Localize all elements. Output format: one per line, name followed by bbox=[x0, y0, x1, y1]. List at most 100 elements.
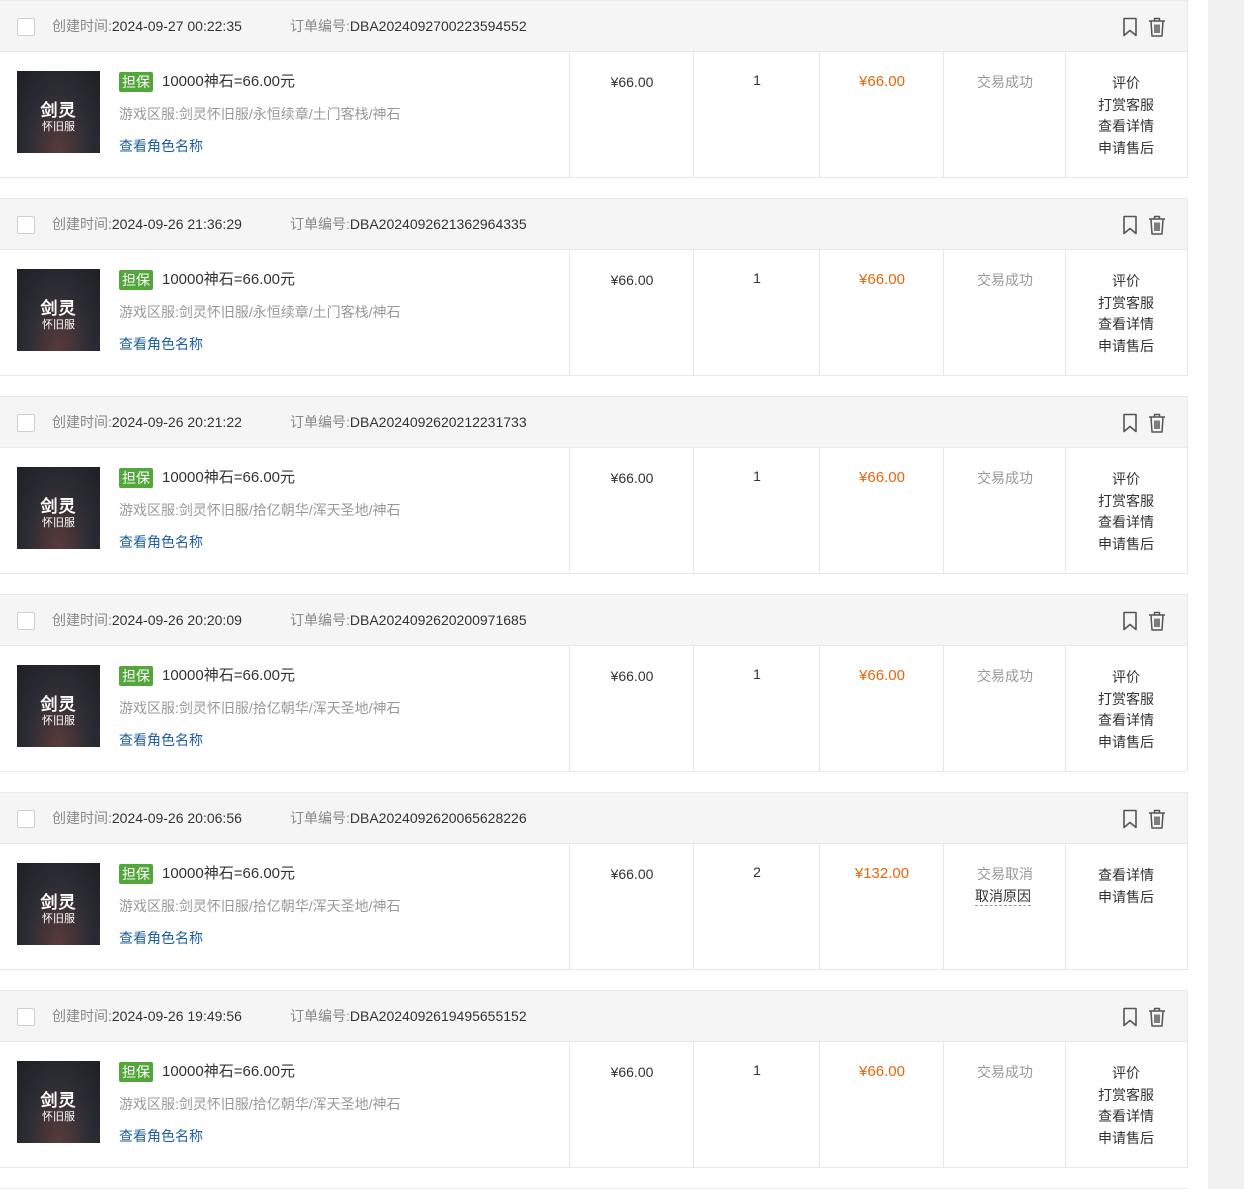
order-checkbox[interactable] bbox=[17, 18, 35, 36]
view-role-name-link[interactable]: 查看角色名称 bbox=[119, 137, 203, 155]
thumbnail-subtitle: 怀旧服 bbox=[42, 1111, 75, 1123]
order-action-link[interactable]: 查看详情 bbox=[1066, 865, 1186, 887]
goods-name[interactable]: 10000神石=66.00元 bbox=[162, 1063, 295, 1081]
order-action-link[interactable]: 评价 bbox=[1066, 73, 1186, 95]
order-action-link[interactable]: 申请售后 bbox=[1066, 138, 1186, 160]
created-time-value: 2024-09-27 00:22:35 bbox=[111, 18, 242, 34]
game-thumbnail[interactable]: 剑灵 怀旧服 bbox=[17, 467, 100, 549]
order-action-link[interactable]: 打赏客服 bbox=[1066, 95, 1186, 117]
thumbnail-subtitle: 怀旧服 bbox=[42, 319, 75, 331]
order-checkbox[interactable] bbox=[17, 414, 35, 432]
bookmark-icon[interactable] bbox=[1120, 16, 1140, 38]
created-time-value: 2024-09-26 20:21:22 bbox=[111, 414, 242, 430]
order-checkbox[interactable] bbox=[17, 810, 35, 828]
goods-name[interactable]: 10000神石=66.00元 bbox=[162, 271, 295, 289]
order-action-link[interactable]: 打赏客服 bbox=[1066, 293, 1186, 315]
server-value: 剑灵怀旧服/永恒续章/土门客栈/神石 bbox=[178, 304, 401, 320]
goods-name[interactable]: 10000神石=66.00元 bbox=[162, 865, 295, 883]
order-number-value: DBA2024092700223594552 bbox=[349, 18, 527, 34]
order-action-link[interactable]: 申请售后 bbox=[1066, 732, 1186, 754]
order-status: 交易取消 bbox=[977, 866, 1033, 882]
quantity: 1 bbox=[753, 1062, 761, 1078]
created-time-value: 2024-09-26 20:06:56 bbox=[111, 810, 242, 826]
order-body: 剑灵 怀旧服 担保 10000神石=66.00元 游戏区服:剑灵怀旧服/永恒续章… bbox=[0, 250, 1188, 376]
goods-name[interactable]: 10000神石=66.00元 bbox=[162, 667, 295, 685]
order-action-link[interactable]: 评价 bbox=[1066, 469, 1186, 491]
order-number-label: 订单编号: bbox=[290, 414, 350, 430]
order-checkbox[interactable] bbox=[17, 1008, 35, 1026]
view-role-name-link[interactable]: 查看角色名称 bbox=[119, 1127, 203, 1145]
trash-icon[interactable] bbox=[1147, 610, 1167, 632]
game-thumbnail[interactable]: 剑灵 怀旧服 bbox=[17, 71, 100, 153]
view-role-name-link[interactable]: 查看角色名称 bbox=[119, 335, 203, 353]
bookmark-icon[interactable] bbox=[1120, 412, 1140, 434]
column-divider bbox=[943, 844, 944, 969]
guarantee-badge: 担保 bbox=[119, 864, 153, 884]
order-action-link[interactable]: 评价 bbox=[1066, 1063, 1186, 1085]
thumbnail-subtitle: 怀旧服 bbox=[42, 715, 75, 727]
server-label: 游戏区服: bbox=[119, 304, 179, 320]
game-server: 游戏区服:剑灵怀旧服/拾亿朝华/浑天圣地/神石 bbox=[119, 699, 401, 717]
order-number: 订单编号:DBA2024092620065628226 bbox=[290, 809, 527, 827]
order-action-link[interactable]: 申请售后 bbox=[1066, 336, 1186, 358]
guarantee-badge: 担保 bbox=[119, 270, 153, 290]
created-time-label: 创建时间: bbox=[52, 216, 112, 232]
order-number: 订单编号:DBA2024092620200971685 bbox=[290, 611, 527, 629]
game-thumbnail[interactable]: 剑灵 怀旧服 bbox=[17, 1061, 100, 1143]
trash-icon[interactable] bbox=[1147, 808, 1167, 830]
order-header: 创建时间:2024-09-26 20:20:09 订单编号:DBA2024092… bbox=[0, 594, 1188, 646]
created-time-label: 创建时间: bbox=[52, 414, 112, 430]
game-thumbnail[interactable]: 剑灵 怀旧服 bbox=[17, 863, 100, 945]
bookmark-icon[interactable] bbox=[1120, 808, 1140, 830]
order-action-link[interactable]: 查看详情 bbox=[1066, 512, 1186, 534]
column-divider bbox=[569, 844, 570, 969]
order-checkbox[interactable] bbox=[17, 612, 35, 630]
order-status: 交易成功 bbox=[977, 1064, 1033, 1080]
cancel-reason-link[interactable]: 取消原因 bbox=[975, 887, 1031, 906]
view-role-name-link[interactable]: 查看角色名称 bbox=[119, 731, 203, 749]
order-actions: 评价 打赏客服 查看详情 申请售后 bbox=[1066, 1063, 1186, 1149]
order-action-link[interactable]: 打赏客服 bbox=[1066, 689, 1186, 711]
view-role-name-link[interactable]: 查看角色名称 bbox=[119, 929, 203, 947]
thumbnail-subtitle: 怀旧服 bbox=[42, 121, 75, 133]
created-time: 创建时间:2024-09-27 00:22:35 bbox=[52, 17, 242, 35]
scrollbar-track[interactable] bbox=[1208, 0, 1244, 1189]
order-action-link[interactable]: 查看详情 bbox=[1066, 710, 1186, 732]
order-action-link[interactable]: 申请售后 bbox=[1066, 1128, 1186, 1150]
trash-icon[interactable] bbox=[1147, 214, 1167, 236]
bookmark-icon[interactable] bbox=[1120, 1006, 1140, 1028]
order-status: 交易成功 bbox=[977, 470, 1033, 486]
order-card: 创建时间:2024-09-27 00:22:35 订单编号:DBA2024092… bbox=[0, 0, 1188, 178]
goods-name[interactable]: 10000神石=66.00元 bbox=[162, 73, 295, 91]
order-action-link[interactable]: 查看详情 bbox=[1066, 116, 1186, 138]
order-action-link[interactable]: 申请售后 bbox=[1066, 887, 1186, 909]
trash-icon[interactable] bbox=[1147, 1006, 1167, 1028]
view-role-name-link[interactable]: 查看角色名称 bbox=[119, 533, 203, 551]
order-action-link[interactable]: 评价 bbox=[1066, 667, 1186, 689]
order-checkbox[interactable] bbox=[17, 216, 35, 234]
total-amount: ¥66.00 bbox=[859, 667, 905, 684]
bookmark-icon[interactable] bbox=[1120, 214, 1140, 236]
trash-icon[interactable] bbox=[1147, 16, 1167, 38]
trash-icon[interactable] bbox=[1147, 412, 1167, 434]
order-number-value: DBA2024092620065628226 bbox=[349, 810, 527, 826]
goods-name[interactable]: 10000神石=66.00元 bbox=[162, 469, 295, 487]
order-action-link[interactable]: 打赏客服 bbox=[1066, 1085, 1186, 1107]
order-action-link[interactable]: 查看详情 bbox=[1066, 314, 1186, 336]
order-number: 订单编号:DBA2024092700223594552 bbox=[290, 17, 527, 35]
column-divider bbox=[943, 646, 944, 771]
bookmark-icon[interactable] bbox=[1120, 610, 1140, 632]
order-body: 剑灵 怀旧服 担保 10000神石=66.00元 游戏区服:剑灵怀旧服/拾亿朝华… bbox=[0, 448, 1188, 574]
order-action-link[interactable]: 申请售后 bbox=[1066, 534, 1186, 556]
order-action-link[interactable]: 打赏客服 bbox=[1066, 491, 1186, 513]
server-value: 剑灵怀旧服/拾亿朝华/浑天圣地/神石 bbox=[178, 898, 401, 914]
order-action-link[interactable]: 评价 bbox=[1066, 271, 1186, 293]
order-number-label: 订单编号: bbox=[290, 18, 350, 34]
game-thumbnail[interactable]: 剑灵 怀旧服 bbox=[17, 269, 100, 351]
game-thumbnail[interactable]: 剑灵 怀旧服 bbox=[17, 665, 100, 747]
order-status: 交易成功 bbox=[977, 668, 1033, 684]
quantity: 1 bbox=[753, 666, 761, 682]
unit-price: ¥66.00 bbox=[610, 1064, 654, 1080]
total-amount: ¥132.00 bbox=[854, 865, 910, 882]
order-action-link[interactable]: 查看详情 bbox=[1066, 1106, 1186, 1128]
